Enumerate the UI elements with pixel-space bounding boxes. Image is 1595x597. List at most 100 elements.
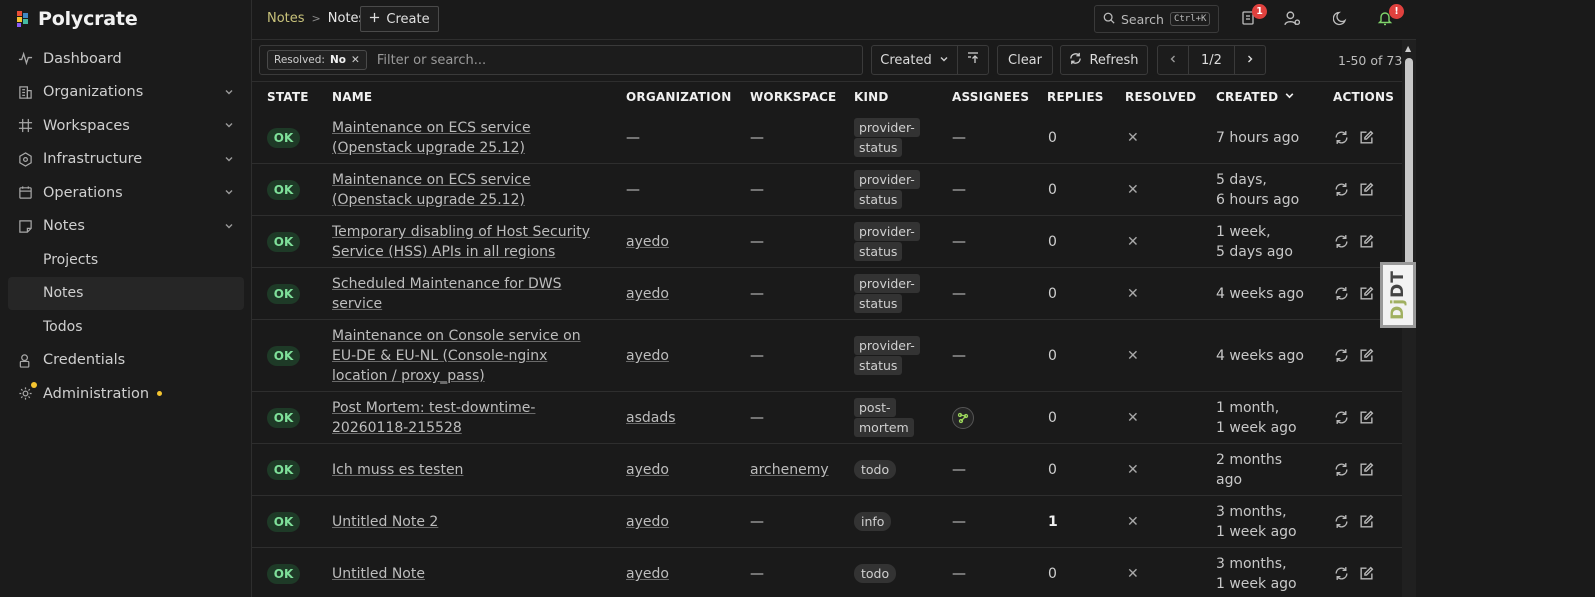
user-settings-button[interactable] [1282, 10, 1302, 30]
sidebar-item-organizations[interactable]: Organizations [8, 76, 244, 110]
chevron-down-icon[interactable] [224, 153, 234, 168]
assignee-avatar[interactable] [952, 407, 974, 429]
sort-field-select[interactable]: Created [871, 45, 958, 75]
table-row[interactable]: OK Untitled Note ayedo — todo — 0 ✕ 3 months, 1 w… [252, 548, 1402, 597]
chevron-down-icon[interactable] [224, 186, 234, 201]
create-button[interactable]: Create [360, 6, 439, 32]
organization-cell[interactable]: ayedo [626, 460, 669, 480]
sidebar-subitem-projects[interactable]: Projects [8, 243, 244, 277]
edit-icon[interactable] [1359, 566, 1374, 581]
sidebar-item-credentials[interactable]: Credentials [8, 344, 244, 378]
note-title-link[interactable]: Post Mortem: test-downtime-20260118-2155… [332, 398, 602, 438]
note-title-link[interactable]: Untitled Note [332, 564, 602, 584]
chevron-down-icon[interactable] [224, 119, 234, 134]
table-row[interactable]: OK Temporary disabling of Host Security S… [252, 216, 1402, 268]
note-title-link[interactable]: Ich muss es testen [332, 460, 602, 480]
row-actions [1334, 234, 1374, 249]
chevron-down-icon[interactable] [224, 86, 234, 101]
column-header-workspace[interactable]: WORKSPACE [750, 90, 836, 104]
sidebar: Polycrate Dashboard Organizations Worksp… [0, 0, 252, 597]
table-row[interactable]: OK Post Mortem: test-downtime-20260118-21… [252, 392, 1402, 444]
table-row[interactable]: OK Maintenance on ECS service (Openstack … [252, 112, 1402, 164]
theme-toggle-button[interactable] [1331, 10, 1351, 30]
edit-icon[interactable] [1359, 130, 1374, 145]
edit-icon[interactable] [1359, 462, 1374, 477]
sync-icon[interactable] [1334, 130, 1349, 145]
breadcrumb-notes-link[interactable]: Notes [267, 11, 305, 26]
column-header-organization[interactable]: ORGANIZATION [626, 90, 731, 104]
sync-icon[interactable] [1334, 348, 1349, 363]
table-row[interactable]: OK Maintenance on Console service on EU-D… [252, 320, 1402, 392]
column-header-kind[interactable]: KIND [854, 90, 889, 104]
table-row[interactable]: OK Ich muss es testen ayedo archenemy todo — 0… [252, 444, 1402, 496]
edit-icon[interactable] [1359, 514, 1374, 529]
kind-tag-line1: provider- [854, 170, 920, 189]
sync-icon[interactable] [1334, 566, 1349, 581]
note-title-link[interactable]: Temporary disabling of Host Security Ser… [332, 222, 602, 262]
scrollbar-thumb[interactable] [1405, 58, 1413, 278]
note-title-link[interactable]: Maintenance on Console service on EU-DE … [332, 326, 602, 386]
sidebar-subitem-todos[interactable]: Todos [8, 310, 244, 344]
search-button[interactable]: Search Ctrl+K [1094, 5, 1219, 33]
note-title-link[interactable]: Untitled Note 2 [332, 512, 602, 532]
edit-icon[interactable] [1359, 286, 1374, 301]
next-page-button[interactable] [1234, 45, 1266, 75]
organization-cell[interactable]: ayedo [626, 512, 669, 532]
chevron-down-icon[interactable] [224, 220, 234, 235]
notes-inbox-button[interactable]: 1 [1238, 4, 1267, 30]
brand[interactable]: Polycrate [17, 8, 138, 30]
debug-toolbar-handle[interactable]: DjDT [1380, 262, 1416, 328]
sync-icon[interactable] [1334, 182, 1349, 197]
alerts-button[interactable]: ! [1375, 4, 1404, 30]
table-row[interactable]: OK Untitled Note 2 ayedo — info — 1 ✕ 3 months, 1… [252, 496, 1402, 548]
scroll-up-icon[interactable]: ▲ [1405, 44, 1411, 53]
sync-icon[interactable] [1334, 462, 1349, 477]
table-row[interactable]: OK Scheduled Maintenance for DWS service a… [252, 268, 1402, 320]
note-title-link[interactable]: Maintenance on ECS service (Openstack up… [332, 118, 602, 158]
filter-search-input[interactable]: Resolved: No ✕ Filter or search... [259, 45, 863, 75]
organization-cell[interactable]: ayedo [626, 346, 669, 366]
sync-icon[interactable] [1334, 410, 1349, 425]
column-header-resolved[interactable]: RESOLVED [1125, 90, 1196, 104]
prev-page-button[interactable] [1157, 45, 1189, 75]
sidebar-item-label: Infrastructure [43, 151, 143, 168]
key-lock-icon [17, 352, 33, 368]
sync-icon[interactable] [1334, 514, 1349, 529]
edit-icon[interactable] [1359, 234, 1374, 249]
edit-icon[interactable] [1359, 410, 1374, 425]
building-icon [17, 84, 33, 100]
organization-cell[interactable]: ayedo [626, 564, 669, 584]
sync-icon[interactable] [1334, 286, 1349, 301]
column-header-created[interactable]: CREATED [1216, 90, 1295, 104]
sidebar-subitem-notes[interactable]: Notes [8, 276, 244, 310]
organization-cell[interactable]: asdads [626, 408, 676, 428]
sidebar-item-notes[interactable]: Notes [8, 210, 244, 244]
sidebar-item-workspaces[interactable]: Workspaces [8, 109, 244, 143]
close-icon[interactable]: ✕ [351, 54, 360, 66]
unresolved-x-icon: ✕ [1127, 566, 1139, 582]
clear-button[interactable]: Clear [997, 45, 1053, 75]
assignee-empty: — [952, 286, 966, 302]
column-header-replies[interactable]: REPLIES [1047, 90, 1104, 104]
organization-cell[interactable]: ayedo [626, 232, 669, 252]
table-row[interactable]: OK Maintenance on ECS service (Openstack … [252, 164, 1402, 216]
sidebar-item-dashboard[interactable]: Dashboard [8, 42, 244, 76]
sort-direction-button[interactable] [957, 45, 989, 75]
status-badge: OK [267, 346, 300, 366]
sidebar-item-administration[interactable]: Administration [8, 377, 244, 411]
edit-icon[interactable] [1359, 182, 1374, 197]
sidebar-item-infrastructure[interactable]: Infrastructure [8, 143, 244, 177]
sidebar-item-operations[interactable]: Operations [8, 176, 244, 210]
organization-cell[interactable]: ayedo [626, 284, 669, 304]
note-title-link[interactable]: Scheduled Maintenance for DWS service [332, 274, 602, 314]
resolved-filter-chip[interactable]: Resolved: No ✕ [267, 50, 367, 70]
sync-icon[interactable] [1334, 234, 1349, 249]
workspace-cell[interactable]: archenemy [750, 460, 829, 480]
chevron-left-icon [1168, 53, 1178, 68]
note-title-link[interactable]: Maintenance on ECS service (Openstack up… [332, 170, 602, 210]
refresh-button[interactable]: Refresh [1060, 45, 1148, 75]
created-time-line1: 5 days, [1216, 172, 1267, 188]
edit-icon[interactable] [1359, 348, 1374, 363]
column-header-name[interactable]: NAME [332, 90, 372, 104]
assignees-cell: — [952, 127, 966, 149]
